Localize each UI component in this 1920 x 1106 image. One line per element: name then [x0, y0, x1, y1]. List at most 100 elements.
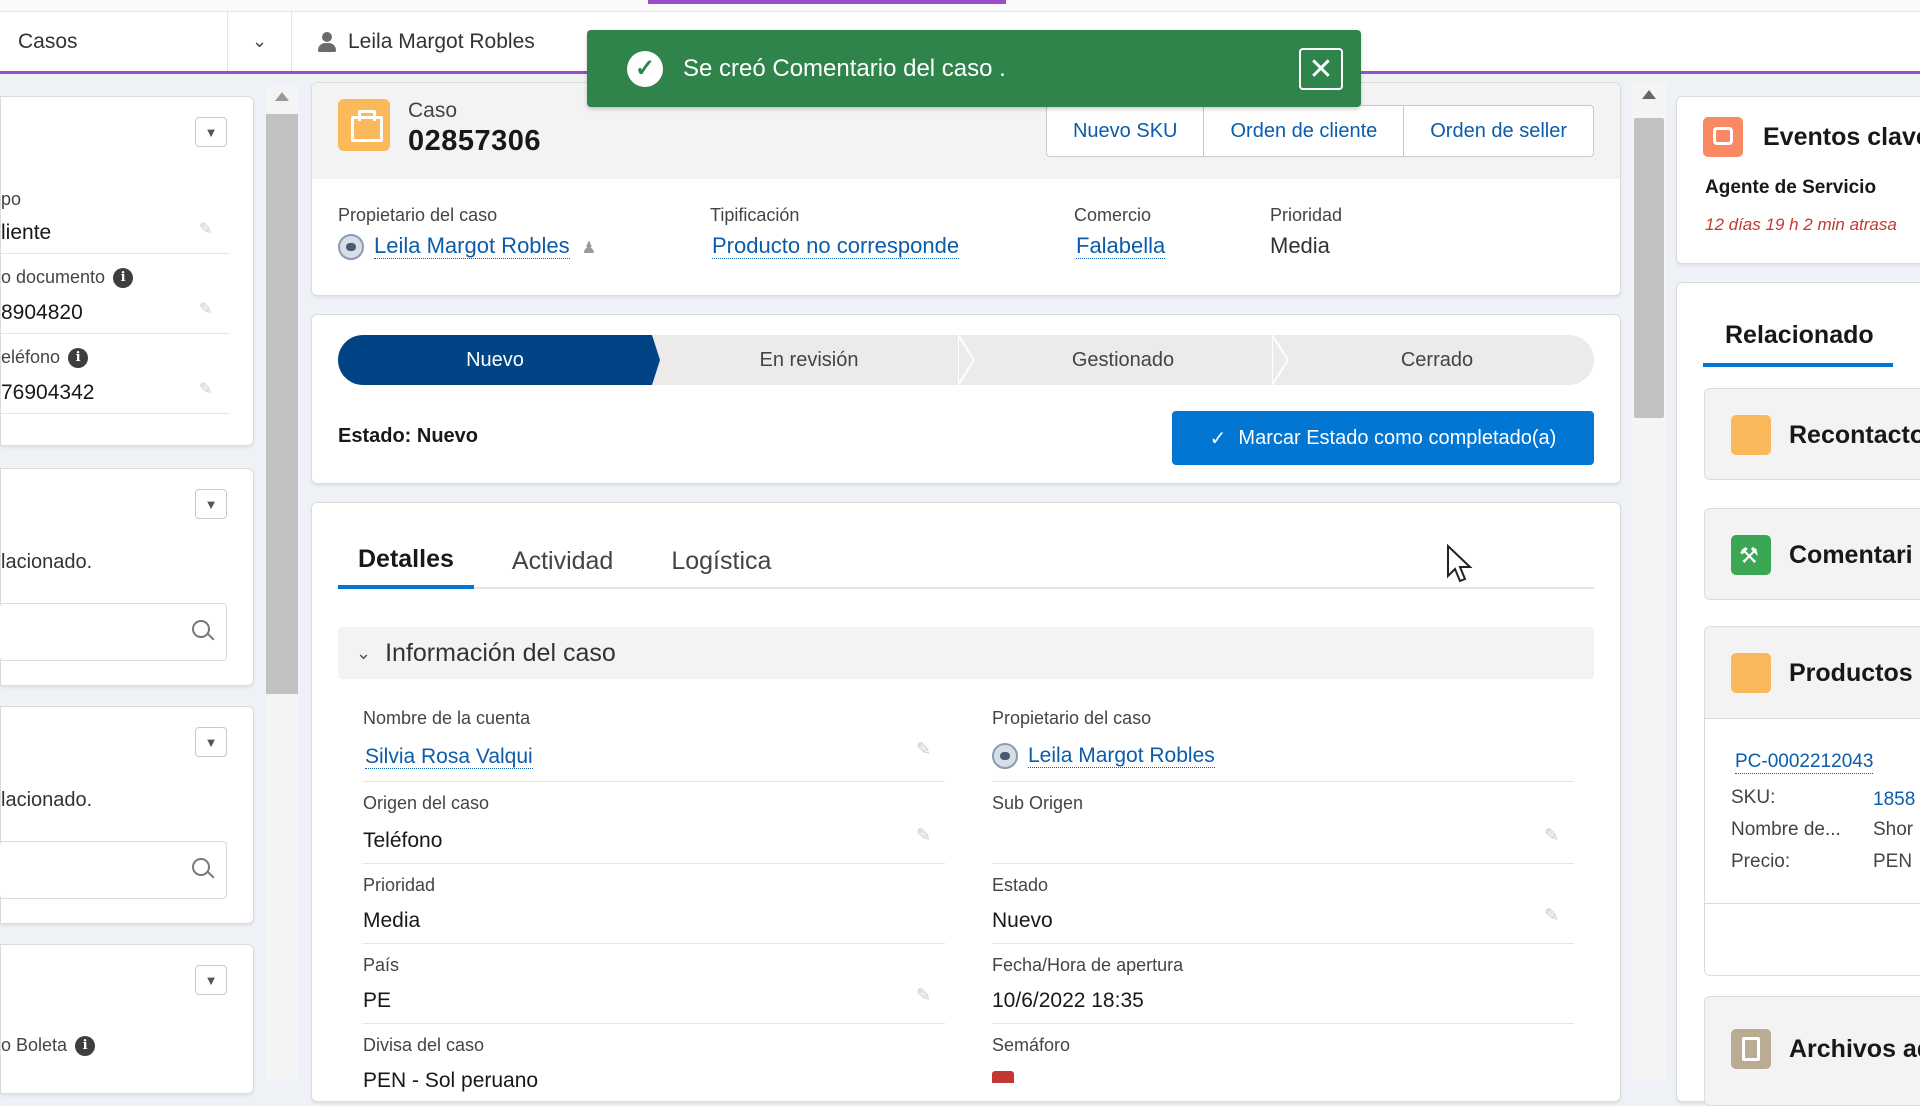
- field-label: Nombre de la cuenta: [363, 708, 531, 728]
- sku-label: SKU:: [1731, 787, 1776, 808]
- card-menu-dropdown[interactable]: ▼: [195, 965, 227, 995]
- document-value: 8904820: [1, 301, 83, 324]
- section-title: Información del caso: [385, 638, 616, 667]
- comercio-link[interactable]: Falabella: [1076, 233, 1166, 259]
- left-account-card: ▼ po liente ✎ o documento i 8904820 ✎ el…: [0, 96, 254, 446]
- case-highlights-panel: Caso 02857306 Nuevo SKU Orden de cliente…: [311, 82, 1621, 296]
- related-list-title[interactable]: Archivos ad: [1789, 1035, 1920, 1064]
- change-owner-icon[interactable]: ♟: [582, 240, 596, 257]
- field-label: Estado: [992, 875, 1049, 895]
- field-value: PEN - Sol peruano: [363, 1069, 539, 1092]
- case-icon: [1731, 415, 1771, 455]
- path-step-en-revision[interactable]: En revisión: [652, 335, 974, 385]
- person-icon: [316, 31, 338, 53]
- path-step-cerrado[interactable]: Cerrado: [1280, 335, 1594, 385]
- key-events-title: Eventos clave: [1763, 123, 1920, 151]
- field-value: Teléfono: [363, 829, 443, 852]
- related-list-title[interactable]: Productos: [1789, 659, 1913, 688]
- tab-logistica[interactable]: Logística: [651, 533, 791, 589]
- account-link[interactable]: Silvia Rosa Valqui: [365, 745, 533, 769]
- related-list-title[interactable]: Recontacto: [1789, 421, 1920, 450]
- related-list-archivos[interactable]: Archivos ad: [1704, 996, 1920, 1106]
- related-list-recontacto[interactable]: Recontacto: [1704, 388, 1920, 480]
- seller-order-button[interactable]: Orden de seller: [1404, 106, 1593, 156]
- left-scrollbar[interactable]: [266, 86, 298, 1080]
- info-icon[interactable]: i: [113, 267, 134, 288]
- prioridad-value: Media: [1270, 233, 1330, 258]
- owner-link[interactable]: Leila Margot Robles: [374, 233, 570, 259]
- phone-label-text: eléfono: [1, 347, 61, 367]
- divider: [1, 413, 229, 414]
- related-list-comentarios[interactable]: ⚒ Comentari: [1704, 508, 1920, 600]
- tab-actividad[interactable]: Actividad: [492, 533, 633, 589]
- divider: [992, 863, 1574, 864]
- object-selector[interactable]: Casos ⌄: [0, 12, 292, 71]
- pencil-icon[interactable]: ✎: [916, 985, 931, 1006]
- mark-status-complete-button[interactable]: ✓ Marcar Estado como completado(a): [1172, 411, 1594, 465]
- new-sku-button[interactable]: Nuevo SKU: [1047, 106, 1205, 156]
- owner-field: Leila Margot Robles ♟: [338, 233, 596, 261]
- success-check-icon: ✓: [627, 50, 663, 87]
- left-related-card-1: ▼ lacionado.: [0, 468, 254, 686]
- action-button-group: Nuevo SKU Orden de cliente Orden de sell…: [1045, 105, 1594, 157]
- info-icon[interactable]: i: [75, 1035, 96, 1056]
- scroll-up-icon[interactable]: [275, 92, 289, 101]
- customer-order-button[interactable]: Orden de cliente: [1204, 106, 1405, 156]
- details-panel: Detalles Actividad Logística ⌄ Informaci…: [311, 502, 1621, 1102]
- record-tab-label: Leila Margot Robles: [348, 29, 535, 53]
- sku-value[interactable]: 1858: [1873, 789, 1915, 811]
- chevron-down-icon[interactable]: ⌄: [227, 12, 291, 71]
- tipificacion-link[interactable]: Producto no corresponde: [712, 233, 960, 259]
- field-label: Sub Origen: [992, 793, 1084, 813]
- record-tab[interactable]: Leila Margot Robles: [294, 12, 594, 71]
- scrollbar-thumb[interactable]: [266, 114, 298, 694]
- pencil-icon[interactable]: ✎: [916, 825, 931, 846]
- lookup-search-input[interactable]: [0, 841, 227, 899]
- field-label: Origen del caso: [363, 793, 490, 813]
- event-icon: [1703, 117, 1743, 157]
- name-label: Nombre de...: [1731, 819, 1841, 840]
- divider: [363, 781, 945, 782]
- name-value: Shor: [1873, 819, 1914, 840]
- card-menu-dropdown[interactable]: ▼: [195, 727, 227, 757]
- pencil-icon[interactable]: ✎: [199, 379, 212, 399]
- left-related-card-2: ▼ lacionado.: [0, 706, 254, 924]
- pencil-icon[interactable]: ✎: [1544, 905, 1559, 926]
- status-path: Nuevo En revisión Gestionado Cerrado: [338, 335, 1594, 385]
- key-events-card: Eventos clave Agente de Servicio 12 días…: [1676, 96, 1920, 264]
- phone-value: 76904342: [1, 381, 95, 404]
- info-icon[interactable]: i: [68, 347, 89, 368]
- agent-time: 12 días 19 h 2 min atrasa: [1705, 215, 1897, 234]
- related-list-title[interactable]: Comentari: [1789, 541, 1913, 570]
- phone-label: eléfono i: [1, 347, 89, 368]
- price-value: PEN: [1873, 851, 1913, 872]
- case-icon: [1731, 653, 1771, 693]
- avatar: [992, 743, 1018, 769]
- tipificacion-field: Producto no corresponde: [712, 233, 960, 259]
- pencil-icon[interactable]: ✎: [1544, 825, 1559, 846]
- traffic-light-icon: [992, 1071, 1014, 1083]
- card-menu-dropdown[interactable]: ▼: [195, 117, 227, 147]
- pencil-icon[interactable]: ✎: [199, 299, 212, 319]
- lookup-search-input[interactable]: [0, 603, 227, 661]
- product-link[interactable]: PC-0002212043: [1735, 751, 1874, 774]
- path-chevron: [1272, 335, 1288, 385]
- tab-detalles[interactable]: Detalles: [338, 533, 474, 589]
- scrollbar-thumb[interactable]: [1634, 118, 1664, 418]
- active-tab-indicator: [648, 0, 1006, 4]
- search-icon: [192, 620, 210, 638]
- main-scrollbar[interactable]: [1632, 82, 1666, 1080]
- tab-relacionado[interactable]: Relacionado: [1725, 321, 1874, 350]
- scroll-up-icon[interactable]: [1642, 90, 1656, 99]
- divider: [363, 863, 945, 864]
- section-header-case-info[interactable]: ⌄ Información del caso: [338, 627, 1594, 679]
- path-step-nuevo[interactable]: Nuevo: [338, 335, 660, 385]
- owner-link[interactable]: Leila Margot Robles: [1028, 743, 1215, 768]
- pencil-icon[interactable]: ✎: [916, 739, 931, 760]
- mark-status-label: Marcar Estado como completado(a): [1238, 426, 1557, 449]
- card-menu-dropdown[interactable]: ▼: [195, 489, 227, 519]
- path-step-gestionado[interactable]: Gestionado: [966, 335, 1288, 385]
- close-icon[interactable]: ✕: [1299, 48, 1343, 90]
- divider: [992, 781, 1574, 782]
- pencil-icon[interactable]: ✎: [199, 219, 212, 239]
